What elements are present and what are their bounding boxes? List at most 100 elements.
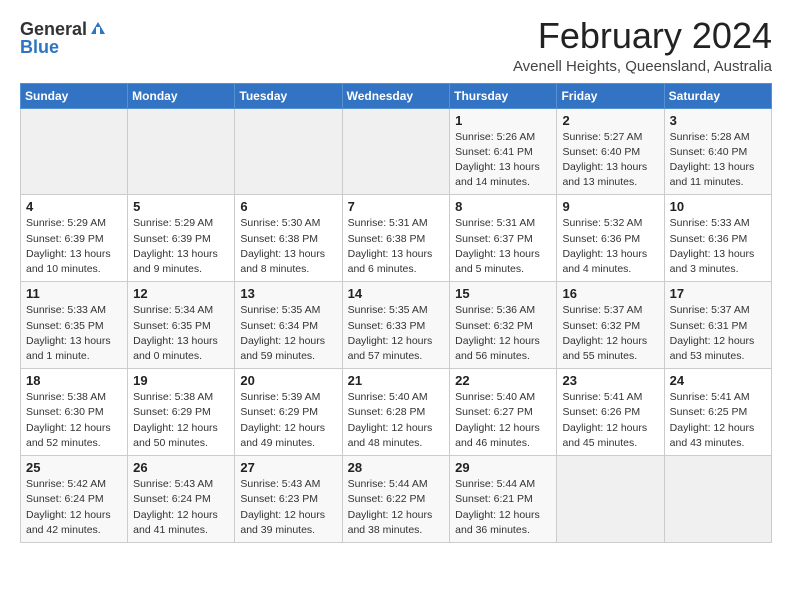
- calendar-cell: 22 Sunrise: 5:40 AM Sunset: 6:27 PM Dayli…: [450, 369, 557, 456]
- day-number: 1: [455, 113, 551, 128]
- week-row-1: 1 Sunrise: 5:26 AM Sunset: 6:41 PM Daylig…: [21, 108, 772, 195]
- week-row-4: 18Sunrise: 5:38 AM Sunset: 6:30 PM Dayli…: [21, 369, 772, 456]
- calendar-cell: 26Sunrise: 5:43 AM Sunset: 6:24 PM Dayli…: [128, 456, 235, 543]
- day-number: 27: [240, 460, 336, 475]
- calendar-cell: 7Sunrise: 5:31 AM Sunset: 6:38 PM Daylig…: [342, 195, 450, 282]
- day-number: 13: [240, 286, 336, 301]
- day-number: 15: [455, 286, 551, 301]
- day-header-friday: Friday: [557, 83, 664, 108]
- day-number: 24: [670, 373, 766, 388]
- day-info: Sunrise: 5:28 AM Sunset: 6:40 PM Dayligh…: [670, 130, 766, 191]
- calendar-cell: 6 Sunrise: 5:30 AM Sunset: 6:38 PM Daylig…: [235, 195, 342, 282]
- day-info: Sunrise: 5:42 AM Sunset: 6:24 PM Dayligh…: [26, 477, 122, 538]
- header: General Blue February 2024 Avenell Heigh…: [20, 16, 772, 75]
- day-header-monday: Monday: [128, 83, 235, 108]
- day-header-saturday: Saturday: [664, 83, 771, 108]
- week-row-3: 11 Sunrise: 5:33 AM Sunset: 6:35 PM Dayli…: [21, 282, 772, 369]
- day-number: 10: [670, 199, 766, 214]
- day-info: Sunrise: 5:33 AM Sunset: 6:36 PM Dayligh…: [670, 216, 766, 277]
- day-number: 9: [562, 199, 658, 214]
- calendar-cell: 18Sunrise: 5:38 AM Sunset: 6:30 PM Dayli…: [21, 369, 128, 456]
- calendar-cell: 10 Sunrise: 5:33 AM Sunset: 6:36 PM Dayli…: [664, 195, 771, 282]
- calendar-cell: 17Sunrise: 5:37 AM Sunset: 6:31 PM Dayli…: [664, 282, 771, 369]
- title-area: February 2024 Avenell Heights, Queenslan…: [513, 16, 772, 75]
- day-info: Sunrise: 5:33 AM Sunset: 6:35 PM Dayligh…: [26, 303, 122, 364]
- day-info: Sunrise: 5:39 AM Sunset: 6:29 PM Dayligh…: [240, 390, 336, 451]
- calendar-cell: 1 Sunrise: 5:26 AM Sunset: 6:41 PM Daylig…: [450, 108, 557, 195]
- calendar-cell: 16 Sunrise: 5:37 AM Sunset: 6:32 PM Dayli…: [557, 282, 664, 369]
- calendar-cell: 2Sunrise: 5:27 AM Sunset: 6:40 PM Daylig…: [557, 108, 664, 195]
- calendar-cell: 5 Sunrise: 5:29 AM Sunset: 6:39 PM Daylig…: [128, 195, 235, 282]
- day-number: 11: [26, 286, 122, 301]
- day-info: Sunrise: 5:37 AM Sunset: 6:32 PM Dayligh…: [562, 303, 658, 364]
- day-number: 25: [26, 460, 122, 475]
- location-title: Avenell Heights, Queensland, Australia: [513, 58, 772, 75]
- day-number: 7: [348, 199, 445, 214]
- day-info: Sunrise: 5:35 AM Sunset: 6:34 PM Dayligh…: [240, 303, 336, 364]
- day-number: 23: [562, 373, 658, 388]
- calendar-cell: 11 Sunrise: 5:33 AM Sunset: 6:35 PM Dayli…: [21, 282, 128, 369]
- calendar-cell: [342, 108, 450, 195]
- week-row-2: 4 Sunrise: 5:29 AM Sunset: 6:39 PM Daylig…: [21, 195, 772, 282]
- calendar-cell: 28Sunrise: 5:44 AM Sunset: 6:22 PM Dayli…: [342, 456, 450, 543]
- day-number: 29: [455, 460, 551, 475]
- calendar-cell: [235, 108, 342, 195]
- calendar-cell: 21Sunrise: 5:40 AM Sunset: 6:28 PM Dayli…: [342, 369, 450, 456]
- calendar-cell: 13 Sunrise: 5:35 AM Sunset: 6:34 PM Dayli…: [235, 282, 342, 369]
- day-info: Sunrise: 5:26 AM Sunset: 6:41 PM Dayligh…: [455, 130, 551, 191]
- day-info: Sunrise: 5:32 AM Sunset: 6:36 PM Dayligh…: [562, 216, 658, 277]
- logo: General Blue: [20, 20, 107, 56]
- day-info: Sunrise: 5:41 AM Sunset: 6:25 PM Dayligh…: [670, 390, 766, 451]
- day-number: 5: [133, 199, 229, 214]
- calendar-cell: 14 Sunrise: 5:35 AM Sunset: 6:33 PM Dayli…: [342, 282, 450, 369]
- calendar-cell: 23 Sunrise: 5:41 AM Sunset: 6:26 PM Dayli…: [557, 369, 664, 456]
- day-number: 8: [455, 199, 551, 214]
- day-info: Sunrise: 5:35 AM Sunset: 6:33 PM Dayligh…: [348, 303, 445, 364]
- day-number: 4: [26, 199, 122, 214]
- calendar-cell: 4 Sunrise: 5:29 AM Sunset: 6:39 PM Daylig…: [21, 195, 128, 282]
- day-info: Sunrise: 5:31 AM Sunset: 6:37 PM Dayligh…: [455, 216, 551, 277]
- day-info: Sunrise: 5:29 AM Sunset: 6:39 PM Dayligh…: [26, 216, 122, 277]
- days-header-row: SundayMondayTuesdayWednesdayThursdayFrid…: [21, 83, 772, 108]
- calendar-cell: 29 Sunrise: 5:44 AM Sunset: 6:21 PM Dayli…: [450, 456, 557, 543]
- day-info: Sunrise: 5:36 AM Sunset: 6:32 PM Dayligh…: [455, 303, 551, 364]
- day-header-sunday: Sunday: [21, 83, 128, 108]
- day-info: Sunrise: 5:37 AM Sunset: 6:31 PM Dayligh…: [670, 303, 766, 364]
- day-number: 21: [348, 373, 445, 388]
- day-info: Sunrise: 5:44 AM Sunset: 6:21 PM Dayligh…: [455, 477, 551, 538]
- day-number: 22: [455, 373, 551, 388]
- calendar-cell: 8 Sunrise: 5:31 AM Sunset: 6:37 PM Daylig…: [450, 195, 557, 282]
- calendar-cell: 24 Sunrise: 5:41 AM Sunset: 6:25 PM Dayli…: [664, 369, 771, 456]
- calendar-cell: 19 Sunrise: 5:38 AM Sunset: 6:29 PM Dayli…: [128, 369, 235, 456]
- calendar-cell: 3Sunrise: 5:28 AM Sunset: 6:40 PM Daylig…: [664, 108, 771, 195]
- day-number: 2: [562, 113, 658, 128]
- day-info: Sunrise: 5:41 AM Sunset: 6:26 PM Dayligh…: [562, 390, 658, 451]
- day-info: Sunrise: 5:29 AM Sunset: 6:39 PM Dayligh…: [133, 216, 229, 277]
- calendar-cell: 15 Sunrise: 5:36 AM Sunset: 6:32 PM Dayli…: [450, 282, 557, 369]
- day-info: Sunrise: 5:38 AM Sunset: 6:30 PM Dayligh…: [26, 390, 122, 451]
- day-info: Sunrise: 5:40 AM Sunset: 6:27 PM Dayligh…: [455, 390, 551, 451]
- logo-blue-text: Blue: [20, 38, 59, 56]
- day-header-wednesday: Wednesday: [342, 83, 450, 108]
- logo-icon: [89, 20, 107, 38]
- day-number: 16: [562, 286, 658, 301]
- calendar-cell: [664, 456, 771, 543]
- day-info: Sunrise: 5:43 AM Sunset: 6:23 PM Dayligh…: [240, 477, 336, 538]
- day-info: Sunrise: 5:43 AM Sunset: 6:24 PM Dayligh…: [133, 477, 229, 538]
- day-number: 20: [240, 373, 336, 388]
- day-number: 6: [240, 199, 336, 214]
- calendar-cell: 27 Sunrise: 5:43 AM Sunset: 6:23 PM Dayli…: [235, 456, 342, 543]
- day-info: Sunrise: 5:30 AM Sunset: 6:38 PM Dayligh…: [240, 216, 336, 277]
- day-header-tuesday: Tuesday: [235, 83, 342, 108]
- calendar-cell: [557, 456, 664, 543]
- day-info: Sunrise: 5:38 AM Sunset: 6:29 PM Dayligh…: [133, 390, 229, 451]
- week-row-5: 25 Sunrise: 5:42 AM Sunset: 6:24 PM Dayli…: [21, 456, 772, 543]
- calendar-cell: 20 Sunrise: 5:39 AM Sunset: 6:29 PM Dayli…: [235, 369, 342, 456]
- day-number: 14: [348, 286, 445, 301]
- logo-general-text: General: [20, 20, 87, 38]
- day-header-thursday: Thursday: [450, 83, 557, 108]
- day-info: Sunrise: 5:44 AM Sunset: 6:22 PM Dayligh…: [348, 477, 445, 538]
- day-number: 19: [133, 373, 229, 388]
- day-info: Sunrise: 5:34 AM Sunset: 6:35 PM Dayligh…: [133, 303, 229, 364]
- calendar-table: SundayMondayTuesdayWednesdayThursdayFrid…: [20, 83, 772, 543]
